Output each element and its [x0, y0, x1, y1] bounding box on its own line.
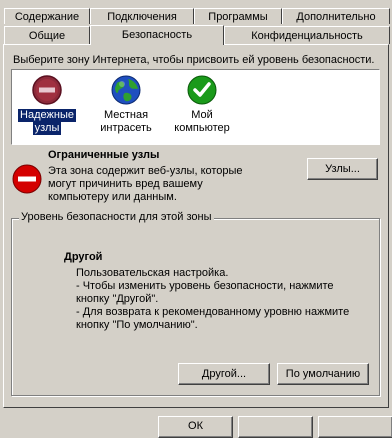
- zone-restricted-sites[interactable]: Надежные узлы: [15, 74, 79, 135]
- tab-privacy[interactable]: Конфиденциальность: [224, 26, 390, 44]
- security-level-line5: кнопку "По умолчанию".: [76, 319, 198, 331]
- sites-button[interactable]: Узлы...: [307, 158, 378, 180]
- checkmark-icon: [186, 74, 218, 106]
- zone-description-line2: могут причинить вред вашему: [48, 178, 203, 190]
- security-level-name: Другой: [64, 251, 103, 263]
- cancel-button[interactable]: [238, 416, 313, 438]
- security-level-line4: - Для возврата к рекомендованному уровню…: [76, 306, 350, 318]
- tab-general[interactable]: Общие: [4, 26, 90, 44]
- zone-local-intranet[interactable]: Местная интрасеть: [94, 74, 158, 135]
- restricted-zone-icon: [12, 164, 42, 197]
- zone-description-line1: Эта зона содержит веб-узлы, которые: [48, 165, 243, 177]
- zone-label-line2: интрасеть: [100, 122, 152, 134]
- zone-list[interactable]: Надежные узлы Местная интрасеть Мой комп…: [11, 69, 380, 145]
- zone-description-line3: компьютеру или данным.: [48, 191, 177, 203]
- tab-content[interactable]: Содержание: [4, 8, 90, 24]
- zone-label-line1: Мой: [191, 109, 213, 121]
- ok-button[interactable]: ОК: [158, 416, 233, 438]
- tab-connections[interactable]: Подключения: [90, 8, 194, 24]
- zone-label-line2: компьютер: [174, 122, 230, 134]
- zone-instruction: Выберите зону Интернета, чтобы присвоить…: [13, 54, 375, 66]
- tab-advanced[interactable]: Дополнительно: [282, 8, 390, 24]
- zone-label-line1: Местная: [103, 109, 149, 121]
- security-level-line3: кнопку "Другой".: [76, 293, 159, 305]
- restricted-sites-icon: [31, 74, 63, 106]
- tab-programs[interactable]: Программы: [194, 8, 282, 24]
- security-level-group-title: Уровень безопасности для этой зоны: [19, 211, 214, 223]
- security-level-line1: Пользовательская настройка.: [76, 267, 229, 279]
- security-level-line2: - Чтобы изменить уровень безопасности, н…: [76, 280, 334, 292]
- zone-label-line1: Надежные: [18, 109, 76, 122]
- custom-level-button[interactable]: Другой...: [178, 363, 270, 385]
- zone-label-line2: узлы: [32, 122, 62, 135]
- zone-my-computer[interactable]: Мой компьютер: [170, 74, 234, 135]
- default-level-button[interactable]: По умолчанию: [277, 363, 369, 385]
- zone-title: Ограниченные узлы: [48, 149, 160, 161]
- globe-icon: [110, 74, 142, 106]
- tab-security[interactable]: Безопасность: [90, 25, 224, 45]
- apply-button[interactable]: [318, 416, 392, 438]
